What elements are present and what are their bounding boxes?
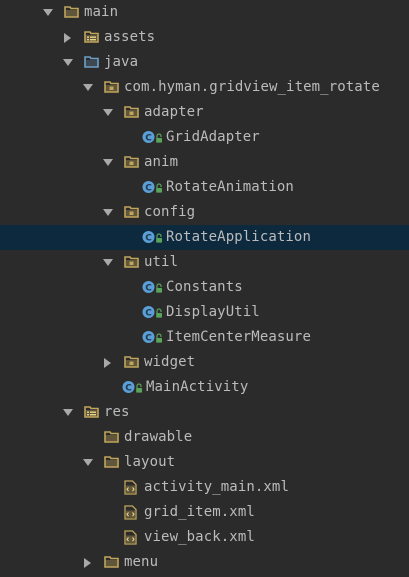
chevron-down-icon[interactable] [102,200,114,225]
xml-file-icon [124,480,137,495]
tree-row-java[interactable]: java [0,50,409,75]
chevron-down-icon[interactable] [62,400,74,425]
class-icon: C [142,305,164,320]
chevron-down-icon[interactable] [102,150,114,175]
folder-icon [104,430,119,445]
tree-item-label: com.hyman.gridview_item_rotate [124,79,380,95]
package-icon [104,80,119,95]
chevron-down-icon[interactable] [42,0,54,25]
tree-row-assets[interactable]: assets [0,25,409,50]
folder-icon [64,5,79,20]
tree-row-adapter[interactable]: adapter [0,100,409,125]
tree-item-label: main [84,4,119,20]
tree-row-GridAdapter[interactable]: C GridAdapter [0,125,409,150]
tree-row-util[interactable]: util [0,250,409,275]
tree-item-label: MainActivity [146,379,249,395]
tree-row-RotateAnimation[interactable]: C RotateAnimation [0,175,409,200]
package-icon [124,155,139,170]
chevron-down-icon[interactable] [102,250,114,275]
svg-text:C: C [125,383,132,393]
chevron-right-icon[interactable] [102,350,114,375]
tree-row-package-root[interactable]: com.hyman.gridview_item_rotate [0,75,409,100]
chevron-right-icon[interactable] [62,25,74,50]
svg-text:C: C [145,308,152,318]
tree-row-config[interactable]: config [0,200,409,225]
class-icon: C [142,130,164,145]
tree-item-label: java [104,54,139,70]
class-icon: C [122,380,144,395]
tree-item-label: RotateApplication [166,229,311,245]
tree-row-res[interactable]: res [0,400,409,425]
svg-text:C: C [145,183,152,193]
svg-text:C: C [145,333,152,343]
tree-row-RotateApplication[interactable]: C RotateApplication [0,225,409,250]
class-icon: C [142,280,164,295]
tree-row-Constants[interactable]: C Constants [0,275,409,300]
folder-icon [104,455,119,470]
class-icon: C [142,330,164,345]
tree-row-layout[interactable]: layout [0,450,409,475]
tree-item-label: adapter [144,104,204,120]
tree-row-menu[interactable]: menu [0,550,409,575]
tree-item-label: drawable [124,429,193,445]
tree-item-label: assets [104,29,156,45]
tree-item-label: config [144,204,196,220]
svg-text:C: C [145,133,152,143]
source-folder-icon [84,55,99,70]
tree-item-label: widget [144,354,196,370]
tree-row-drawable[interactable]: drawable [0,425,409,450]
resource-folder-icon [84,30,99,45]
tree-row-widget[interactable]: widget [0,350,409,375]
tree-row-grid_item[interactable]: grid_item.xml [0,500,409,525]
xml-file-icon [124,505,137,520]
tree-row-view_back[interactable]: view_back.xml [0,525,409,550]
tree-item-label: util [144,254,179,270]
folder-icon [104,555,119,570]
tree-item-label: activity_main.xml [144,479,289,495]
tree-item-label: res [104,404,130,420]
tree-item-label: anim [144,154,179,170]
chevron-down-icon[interactable] [82,75,94,100]
tree-row-activity_main[interactable]: activity_main.xml [0,475,409,500]
tree-row-MainActivity[interactable]: C MainActivity [0,375,409,400]
package-icon [124,105,139,120]
package-icon [124,255,139,270]
tree-row-ItemCenterMeasure[interactable]: C ItemCenterMeasure [0,325,409,350]
tree-item-label: ItemCenterMeasure [166,329,311,345]
tree-row-main[interactable]: main [0,0,409,25]
tree-row-anim[interactable]: anim [0,150,409,175]
tree-item-label: DisplayUtil [166,304,260,320]
class-icon: C [142,180,164,195]
tree-item-label: RotateAnimation [166,179,294,195]
chevron-down-icon[interactable] [62,50,74,75]
tree-row-DisplayUtil[interactable]: C DisplayUtil [0,300,409,325]
chevron-down-icon[interactable] [82,450,94,475]
class-icon: C [142,230,164,245]
tree-item-label: layout [124,454,176,470]
xml-file-icon [124,530,137,545]
tree-item-label: grid_item.xml [144,504,255,520]
tree-item-label: view_back.xml [144,529,255,545]
package-icon [124,205,139,220]
resource-folder-icon [84,405,99,420]
chevron-down-icon[interactable] [102,100,114,125]
svg-text:C: C [145,233,152,243]
tree-item-label: Constants [166,279,243,295]
package-icon [124,355,139,370]
tree-item-label: menu [124,554,159,570]
chevron-right-icon[interactable] [82,550,94,575]
svg-text:C: C [145,283,152,293]
tree-item-label: GridAdapter [166,129,260,145]
